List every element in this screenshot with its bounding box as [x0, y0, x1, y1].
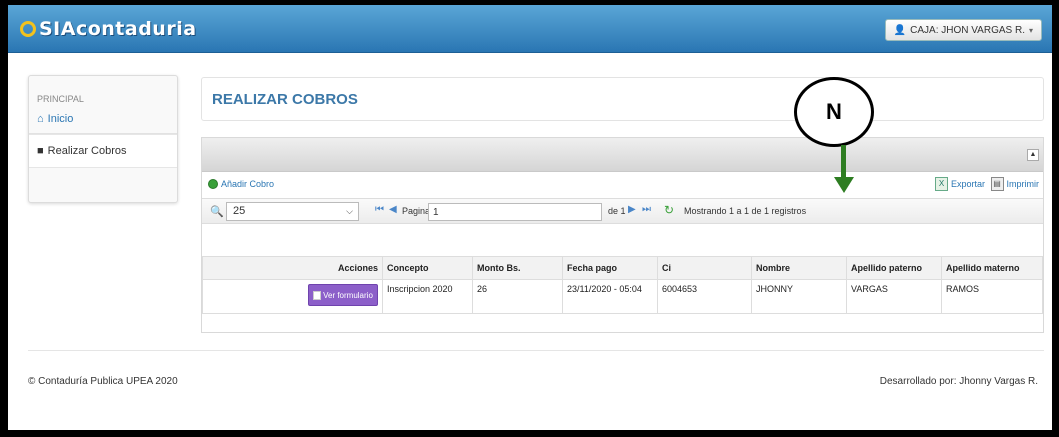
chevron-down-icon: ▾	[1028, 25, 1033, 35]
grid-caption-bar: ▲	[202, 138, 1043, 172]
next-page-icon[interactable]: ▶	[628, 204, 636, 215]
collapse-button[interactable]: ▲	[1027, 149, 1039, 161]
user-menu-button[interactable]: 👤 CAJA: JHON VARGAS R. ▾	[884, 19, 1042, 41]
data-grid-panel: ▲ Añadir Cobro X Exportar ▤ Imprimir 🔍 2…	[201, 137, 1044, 333]
add-icon	[208, 179, 218, 189]
column-header[interactable]: Fecha pago	[562, 256, 658, 280]
brand-name: SIAcontaduria	[39, 18, 197, 40]
top-navbar: SIAcontaduria 👤 CAJA: JHON VARGAS R. ▾	[8, 5, 1052, 53]
search-icon[interactable]: 🔍	[210, 205, 224, 218]
table-cell: RAMOS	[941, 279, 1043, 314]
export-button[interactable]: X Exportar	[934, 177, 985, 191]
table-cell: Inscripcion 2020	[382, 279, 473, 314]
brand-ring-icon	[20, 21, 36, 37]
annotation-arrow-head	[834, 177, 854, 193]
column-header[interactable]: Concepto	[382, 256, 473, 280]
column-header[interactable]: Nombre	[751, 256, 847, 280]
folder-icon: ■	[37, 145, 44, 157]
column-header[interactable]: Monto Bs.	[472, 256, 563, 280]
app-window: SIAcontaduria 👤 CAJA: JHON VARGAS R. ▾ P…	[8, 5, 1052, 430]
print-button[interactable]: ▤ Imprimir	[990, 177, 1040, 191]
home-icon: ⌂	[37, 112, 44, 125]
sidebar-item-label: Inicio	[47, 112, 74, 125]
annotation-marker: N	[794, 77, 874, 147]
table-cell: 23/11/2020 - 05:04	[562, 279, 658, 314]
records-info: Mostrando 1 a 1 de 1 registros	[684, 206, 807, 216]
add-cobro-label: Añadir Cobro	[221, 179, 275, 189]
cobros-table: Acciones Concepto Monto Bs. Fecha pago C…	[202, 256, 1043, 314]
footer-copyright: © Contaduría Publica UPEA 2020	[28, 376, 178, 387]
grid-pager: 🔍 25 ⌵ ⏮ ◀ Pagina 1 de 1 ▶ ⏭ ↻ Mostrando…	[202, 198, 1043, 224]
add-cobro-button[interactable]: Añadir Cobro	[208, 179, 274, 189]
column-header[interactable]: Ci	[657, 256, 752, 280]
view-form-button[interactable]: Ver formulario	[308, 284, 378, 306]
first-page-icon[interactable]: ⏮	[375, 204, 384, 215]
page-title: REALIZAR COBROS	[212, 91, 358, 108]
rows-per-page-select[interactable]: 25 ⌵	[226, 202, 359, 221]
table-cell: JHONNY	[751, 279, 847, 314]
sidebar: PRINCIPAL ⌂ Inicio ■ Realizar Cobros	[28, 75, 178, 203]
view-form-label: Ver formulario	[323, 290, 373, 300]
table-cell: 6004653	[657, 279, 752, 314]
table-header-row: Acciones Concepto Monto Bs. Fecha pago C…	[202, 256, 1043, 280]
annotation-arrow-shaft	[841, 145, 846, 179]
sidebar-item-realizar-cobros[interactable]: ■ Realizar Cobros	[29, 134, 177, 168]
excel-icon: X	[934, 177, 948, 191]
column-header[interactable]: Apellido materno	[941, 256, 1043, 280]
printer-icon: ▤	[990, 177, 1004, 191]
last-page-icon[interactable]: ⏭	[642, 204, 651, 215]
sidebar-item-inicio[interactable]: ⌂ Inicio	[29, 104, 177, 134]
footer-divider	[28, 350, 1044, 351]
table-cell-actions: Ver formulario	[202, 279, 383, 314]
export-label: Exportar	[950, 179, 985, 189]
column-header[interactable]: Acciones	[202, 256, 383, 280]
table-cell: 26	[472, 279, 563, 314]
column-header[interactable]: Apellido paterno	[846, 256, 942, 280]
page-label: Pagina	[402, 206, 431, 216]
image-icon	[313, 290, 322, 300]
chevron-down-icon: ⌵	[346, 206, 353, 216]
user-label: CAJA: JHON VARGAS R.	[910, 24, 1025, 36]
table-cell: VARGAS	[846, 279, 942, 314]
footer-credits: Desarrollado por: Jhonny Vargas R.	[879, 376, 1038, 387]
page-title-panel: REALIZAR COBROS	[201, 77, 1044, 121]
page-number-input[interactable]: 1	[428, 203, 602, 221]
rows-per-page-value: 25	[233, 205, 246, 217]
sidebar-item-label: Realizar Cobros	[47, 145, 127, 157]
refresh-icon[interactable]: ↻	[664, 203, 674, 217]
page-total-label: de 1	[608, 206, 626, 216]
grid-toolbar: Añadir Cobro X Exportar ▤ Imprimir	[202, 172, 1043, 198]
prev-page-icon[interactable]: ◀	[389, 204, 397, 215]
brand-logo[interactable]: SIAcontaduria	[20, 16, 197, 42]
print-label: Imprimir	[1006, 179, 1040, 189]
sidebar-header: PRINCIPAL	[37, 94, 84, 104]
table-row: Ver formulario Inscripcion 2020 26 23/11…	[202, 279, 1043, 314]
user-icon: 👤	[893, 24, 907, 36]
